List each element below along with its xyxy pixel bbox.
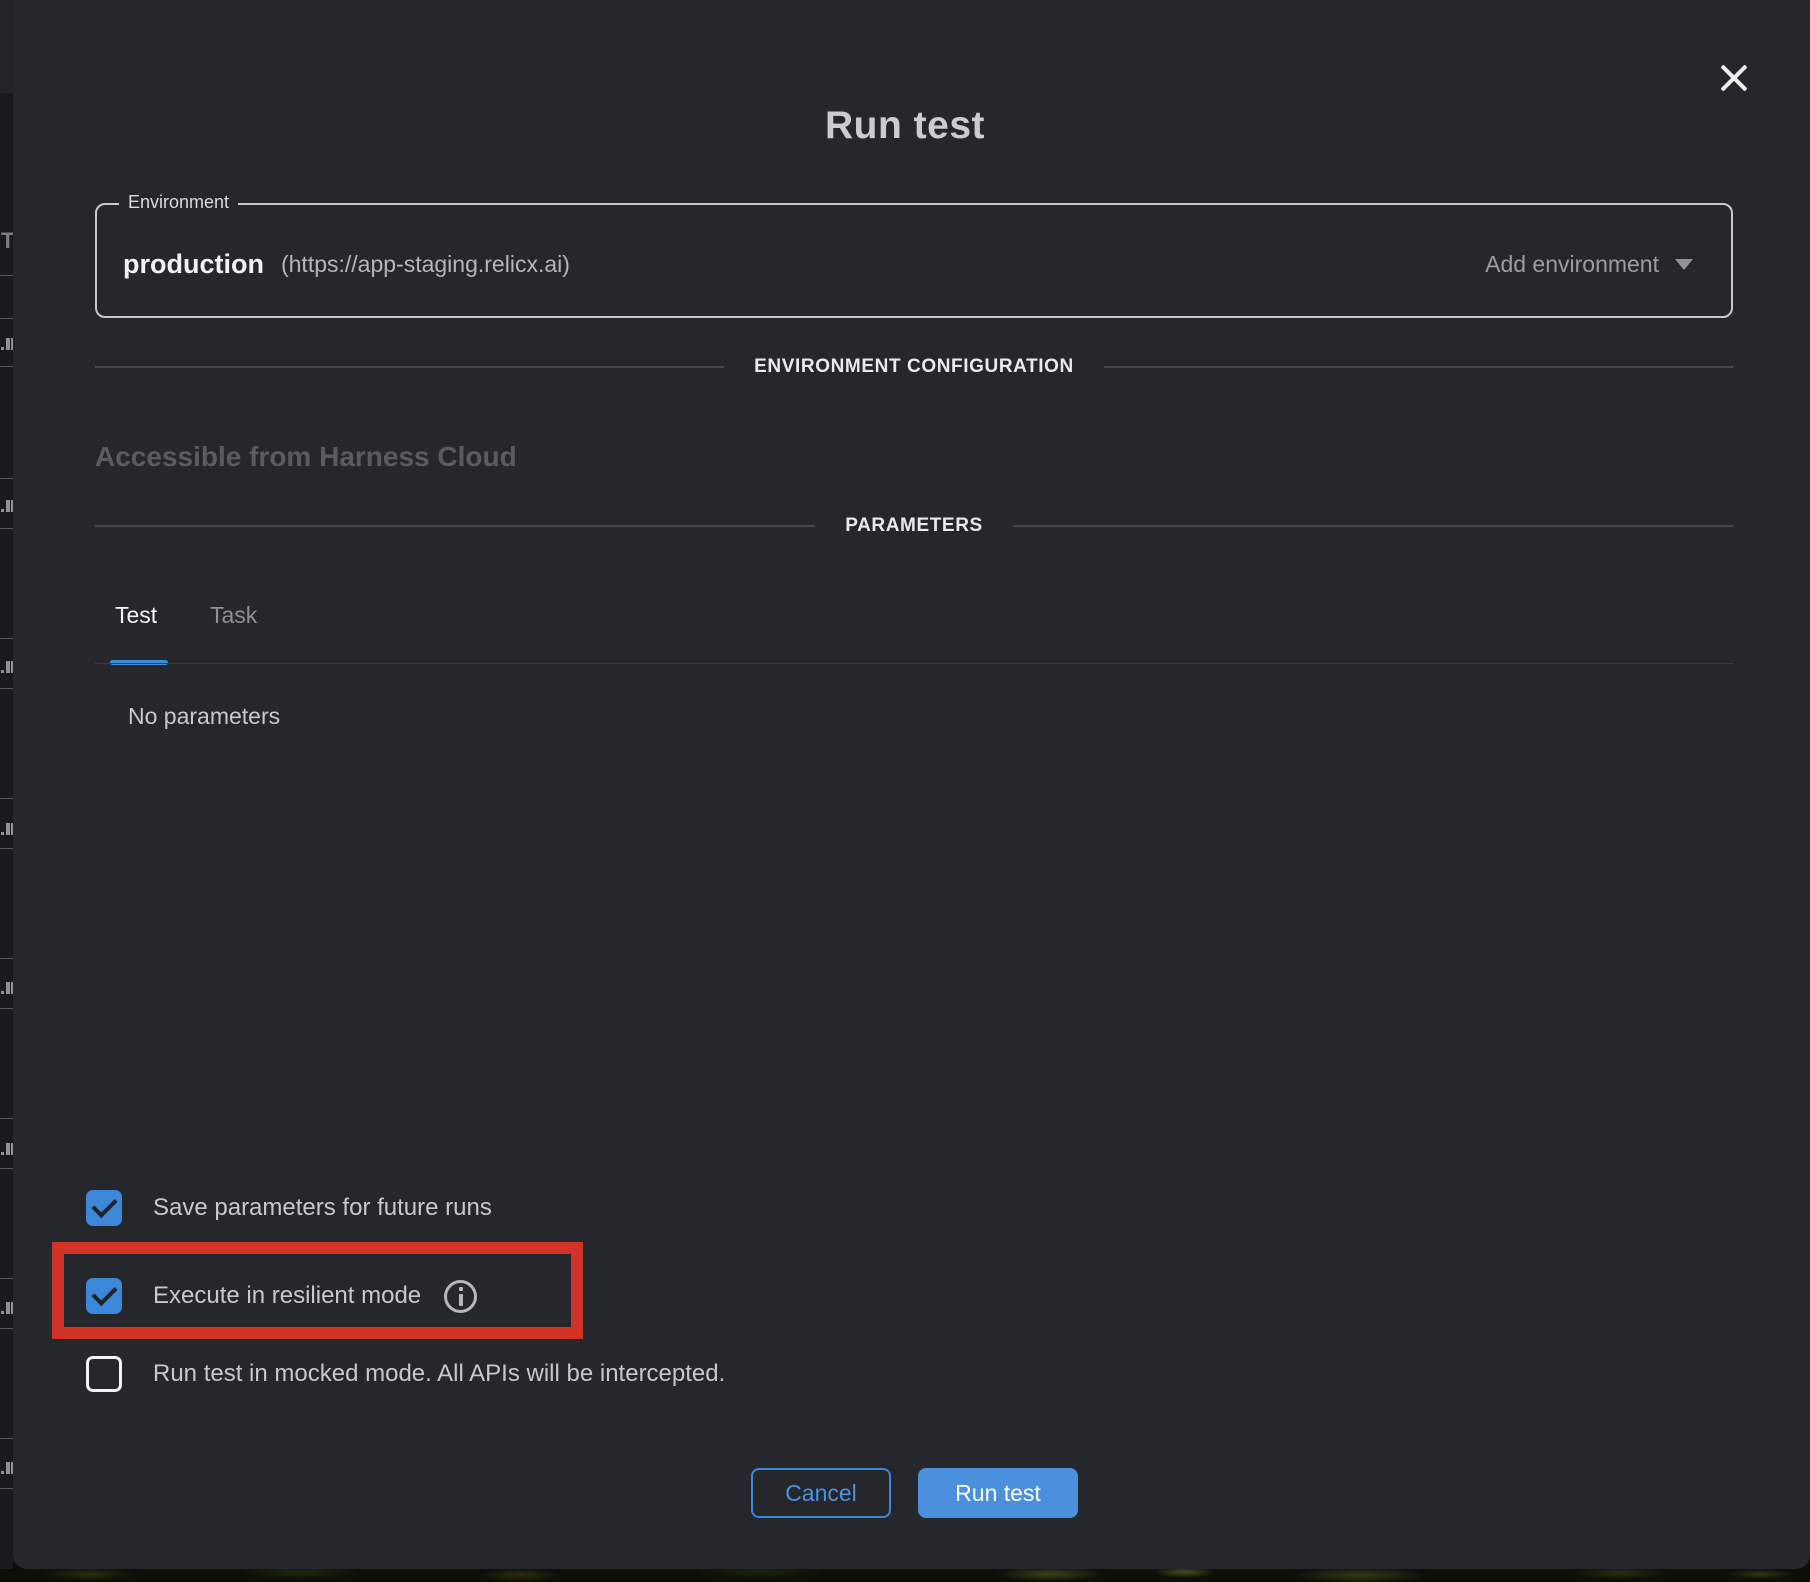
resilient-mode-checkbox[interactable] <box>86 1278 122 1314</box>
check-icon <box>91 1192 117 1218</box>
background-divider <box>0 848 13 849</box>
background-row-fragment <box>0 660 13 674</box>
background-divider <box>0 1168 13 1169</box>
tabs-bottom-border <box>95 663 1733 664</box>
background-row-fragment <box>0 1461 13 1475</box>
option-label: Execute in resilient mode <box>153 1282 421 1310</box>
option-mocked-mode: Run test in mocked mode. All APIs will b… <box>86 1356 725 1392</box>
check-icon <box>91 1280 117 1306</box>
environment-url: (https://app-staging.relicx.ai) <box>281 251 570 278</box>
no-parameters-text: No parameters <box>128 703 280 730</box>
divider-line <box>1013 525 1733 527</box>
divider-line <box>1104 366 1733 368</box>
background-row-fragment <box>0 822 13 836</box>
cancel-button[interactable]: Cancel <box>751 1468 891 1518</box>
save-parameters-checkbox[interactable] <box>86 1190 122 1226</box>
background-divider <box>0 366 13 367</box>
background-row-fragment <box>0 981 13 995</box>
background-divider <box>0 1008 13 1009</box>
divider-line <box>95 525 815 527</box>
background-row-fragment <box>0 1142 13 1156</box>
background-divider <box>0 1438 13 1439</box>
background-divider <box>0 798 13 799</box>
tab-test[interactable]: Test <box>115 602 157 629</box>
info-icon-stem <box>459 1294 463 1306</box>
background-block <box>0 0 13 93</box>
option-resilient-mode: Execute in resilient mode <box>86 1278 477 1314</box>
add-environment-label: Add environment <box>1485 251 1659 278</box>
info-icon[interactable] <box>444 1280 477 1313</box>
environment-name: production <box>123 249 264 280</box>
background-divider <box>0 638 13 639</box>
background-divider <box>0 528 13 529</box>
option-save-parameters: Save parameters for future runs <box>86 1190 492 1226</box>
close-button[interactable] <box>1712 56 1756 100</box>
run-test-button[interactable]: Run test <box>918 1468 1078 1518</box>
option-label: Run test in mocked mode. All APIs will b… <box>153 1360 725 1388</box>
background-divider <box>0 688 13 689</box>
background-divider <box>0 1488 13 1489</box>
background-row-fragment <box>0 337 13 351</box>
mocked-mode-checkbox[interactable] <box>86 1356 122 1392</box>
background-divider <box>0 958 13 959</box>
background-divider <box>0 1278 13 1279</box>
background-page-sliver: T <box>0 0 13 1569</box>
screen: T Run test Environment <box>0 0 1810 1582</box>
background-row-fragment <box>0 1301 13 1315</box>
option-label: Save parameters for future runs <box>153 1194 492 1222</box>
background-divider <box>0 1118 13 1119</box>
tab-task[interactable]: Task <box>210 602 257 629</box>
info-icon-dot <box>459 1287 463 1291</box>
background-divider <box>0 1328 13 1329</box>
environment-field-row: production (https://app-staging.relicx.a… <box>97 205 1731 316</box>
parameters-heading: PARAMETERS <box>845 515 983 537</box>
add-environment-dropdown[interactable]: Add environment <box>1485 251 1693 278</box>
background-divider <box>0 318 13 319</box>
background-text-fragment: T <box>1 228 13 254</box>
background-divider <box>0 275 13 276</box>
parameters-divider: PARAMETERS <box>95 515 1733 537</box>
chevron-down-icon <box>1675 259 1693 270</box>
environment-configuration-heading: ENVIRONMENT CONFIGURATION <box>754 356 1074 378</box>
environment-field[interactable]: Environment production (https://app-stag… <box>95 203 1733 318</box>
background-divider <box>0 478 13 479</box>
divider-line <box>95 366 724 368</box>
accessible-note: Accessible from Harness Cloud <box>95 441 517 473</box>
modal-title: Run test <box>0 104 1810 148</box>
environment-configuration-divider: ENVIRONMENT CONFIGURATION <box>95 356 1733 378</box>
background-row-fragment <box>0 499 13 513</box>
